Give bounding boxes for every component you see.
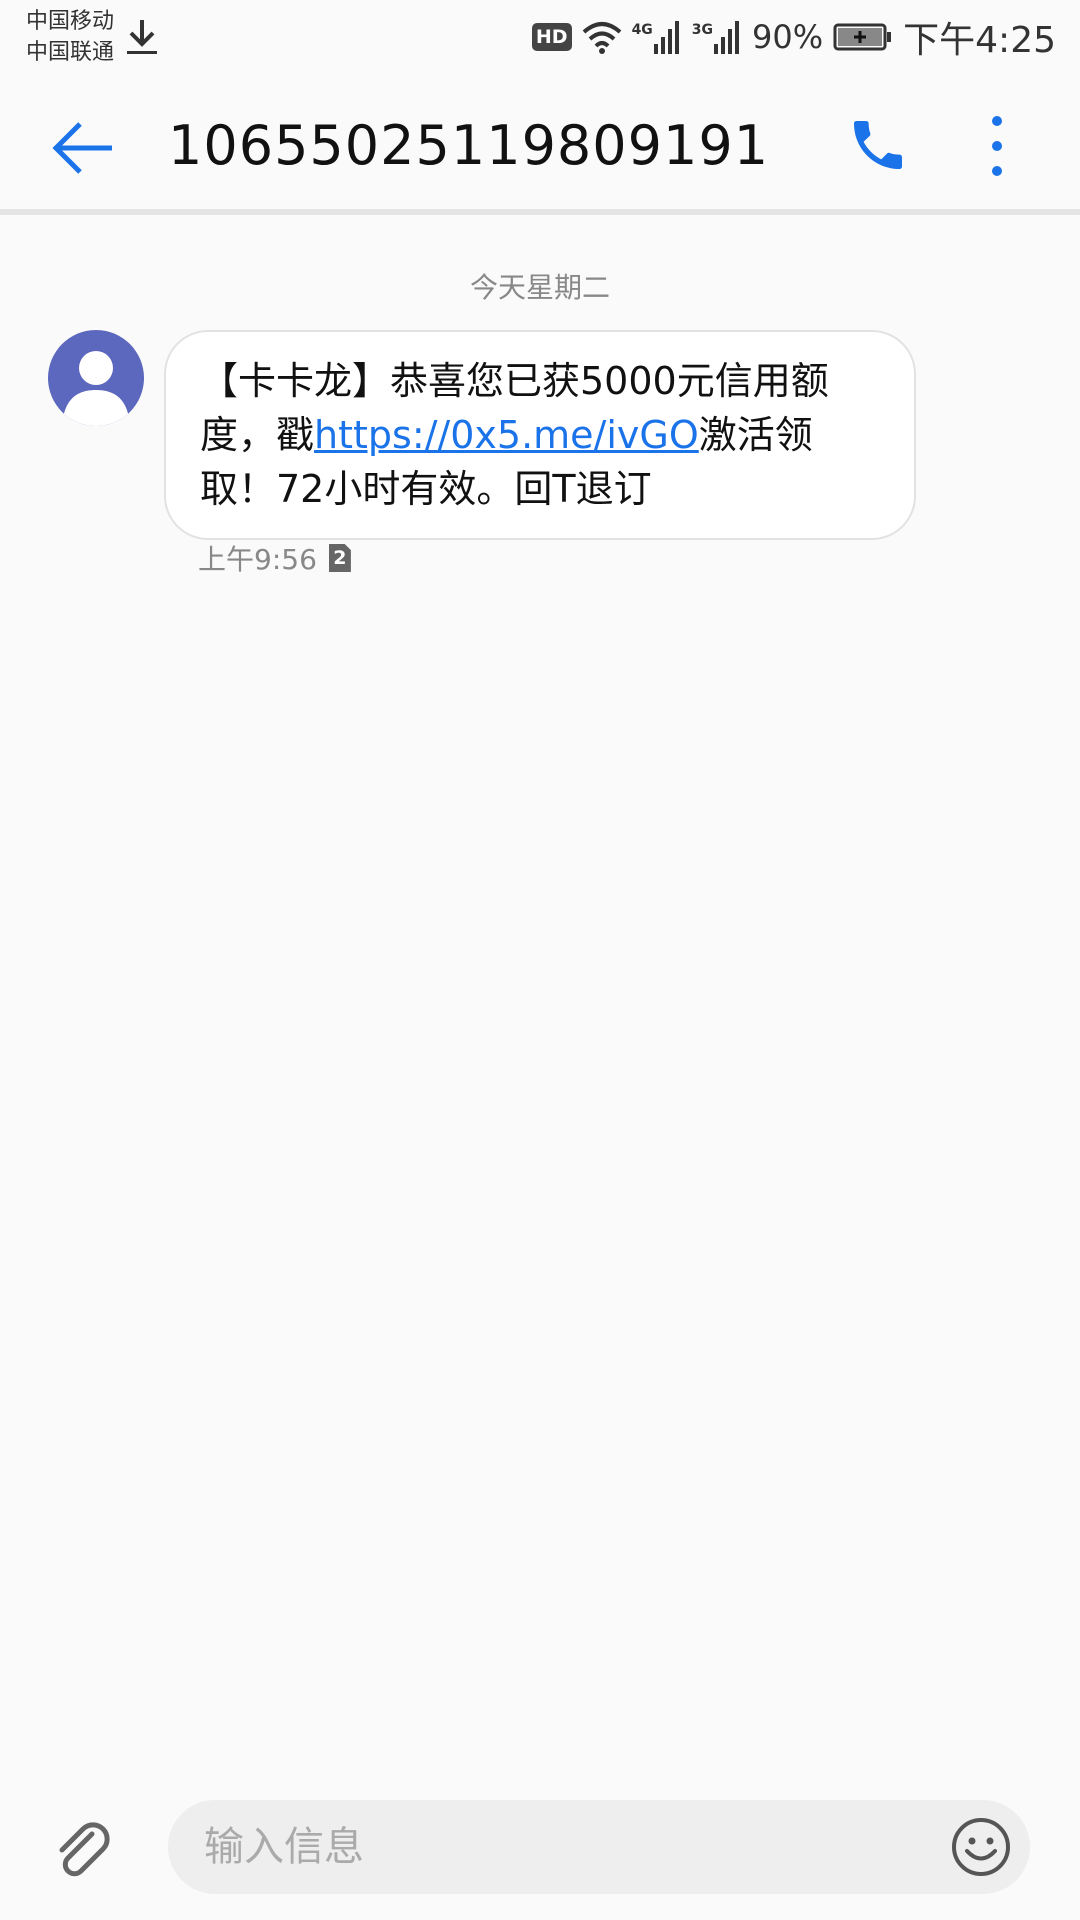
date-divider: 今天星期二 — [469, 271, 610, 304]
app-bar: 10655025119809191 — [0, 75, 1080, 215]
carrier-1: 中国移动 — [26, 9, 115, 34]
carrier-2: 中国联通 — [26, 40, 115, 65]
contact-avatar[interactable] — [48, 330, 144, 426]
phone-icon[interactable] — [846, 113, 910, 177]
back-arrow-icon[interactable] — [50, 115, 116, 181]
paperclip-icon[interactable] — [52, 1820, 116, 1884]
message-meta: 上午9:56 2 — [198, 538, 351, 578]
status-indicators: HD 4G 3G 90% 下午4:25 — [531, 12, 1056, 62]
message-time: 上午9:56 — [198, 543, 317, 576]
more-options-icon[interactable] — [980, 111, 1014, 181]
wifi-icon — [582, 22, 621, 54]
network-4g: 4G — [632, 20, 682, 54]
sim-card-icon: 2 — [328, 544, 351, 572]
message-input[interactable] — [204, 1800, 904, 1894]
hd-badge: HD — [531, 23, 572, 51]
signal-icon — [714, 21, 740, 54]
network-3g-label: 3G — [691, 22, 714, 38]
clock: 下午4:25 — [903, 20, 1056, 61]
status-bar: 中国移动 中国联通 HD 4G 3G 90% 下午4:25 — [0, 0, 1080, 75]
network-4g-label: 4G — [631, 22, 653, 38]
network-3g: 3G — [692, 20, 742, 54]
message-link[interactable]: https://0x5.me/ivGO — [314, 413, 699, 457]
download-icon — [127, 20, 157, 54]
conversation-title: 10655025119809191 — [168, 114, 770, 177]
message-bubble[interactable]: 【卡卡龙】恭喜您已获5000元信用额度，戳https://0x5.me/ivGO… — [164, 330, 916, 540]
signal-icon — [653, 21, 679, 54]
carrier-info: 中国移动 中国联通 — [26, 6, 114, 68]
emoji-icon[interactable] — [950, 1816, 1012, 1878]
battery-charging-icon — [833, 23, 892, 51]
person-icon — [62, 351, 130, 426]
sms-conversation-screen: 中国移动 中国联通 HD 4G 3G 90% 下午4:25 1065502511… — [0, 0, 1080, 1920]
battery-percent: 90% — [752, 18, 824, 56]
message-input-container — [168, 1800, 1030, 1894]
